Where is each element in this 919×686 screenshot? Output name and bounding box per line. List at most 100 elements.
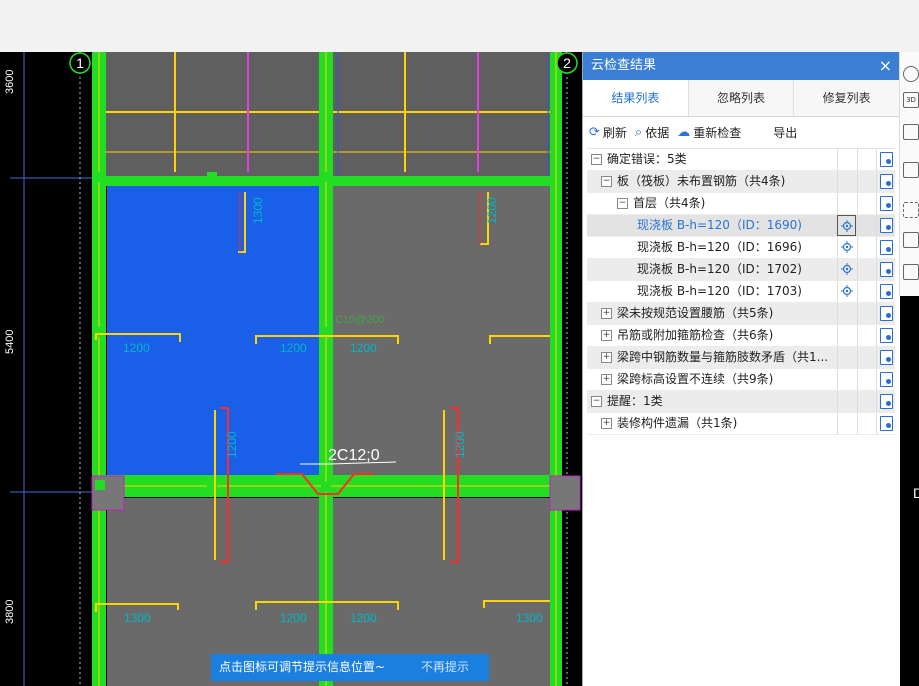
- blank-cell: [857, 391, 877, 412]
- select-icon[interactable]: [903, 202, 919, 218]
- tree-row[interactable]: + 梁未按规范设置腰筋（共5条): [587, 303, 895, 325]
- tab-ignored[interactable]: 忽略列表: [689, 80, 795, 116]
- tree-row[interactable]: − 确定错误：5类: [587, 149, 895, 171]
- tree-row[interactable]: 现浇板 B-h=120（ID：1702): [587, 259, 895, 281]
- tree-row[interactable]: − 提醒：1类: [587, 391, 895, 413]
- blank-cell: [857, 237, 877, 258]
- dim-label: 3600: [4, 70, 16, 94]
- detail-doc-icon[interactable]: [880, 196, 893, 211]
- tree-row[interactable]: 现浇板 B-h=120（ID：1690): [587, 215, 895, 237]
- list-icon[interactable]: [903, 264, 919, 280]
- detail-cell[interactable]: [876, 281, 896, 302]
- detail-cell[interactable]: [876, 259, 896, 280]
- locate-icon[interactable]: [841, 285, 853, 297]
- locate-cell[interactable]: [837, 347, 857, 368]
- hint-bar[interactable]: 点击图标可调节提示信息位置~ 不再提示: [211, 654, 489, 681]
- detail-cell[interactable]: [876, 413, 896, 434]
- locate-cell[interactable]: [837, 171, 857, 192]
- recheck-button[interactable]: ☁ 重新检查: [677, 124, 741, 141]
- locate-cell[interactable]: [837, 193, 857, 214]
- rebar-label: 1300: [516, 611, 543, 625]
- locate-cell[interactable]: [837, 303, 857, 324]
- locate-cell[interactable]: [837, 149, 857, 170]
- detail-cell[interactable]: [876, 391, 896, 412]
- detail-cell[interactable]: [876, 171, 896, 192]
- tree-item-label: 首层（共4条): [633, 196, 706, 210]
- rebar-label: 1200: [350, 611, 377, 625]
- box-icon[interactable]: [903, 162, 919, 178]
- slab-selected[interactable]: [107, 185, 319, 475]
- detail-cell[interactable]: [876, 149, 896, 170]
- cube-icon[interactable]: [903, 232, 919, 248]
- tree-row[interactable]: − 首层（共4条): [587, 193, 895, 215]
- locate-cell[interactable]: [837, 325, 857, 346]
- detail-cell[interactable]: [876, 193, 896, 214]
- tab-results[interactable]: 结果列表: [583, 80, 689, 116]
- detail-doc-icon[interactable]: [880, 174, 893, 189]
- collapse-icon[interactable]: −: [617, 198, 628, 209]
- tree-item-label: 现浇板 B-h=120（ID：1703): [637, 284, 802, 298]
- blank-cell: [857, 369, 877, 390]
- tree-row[interactable]: + 吊筋或附加箍筋检查（共6条): [587, 325, 895, 347]
- tree-row[interactable]: − 板（筏板）未布置钢筋（共4条): [587, 171, 895, 193]
- rebar-label: 1200: [123, 341, 150, 355]
- box-icon[interactable]: [903, 124, 919, 140]
- detail-cell[interactable]: [876, 303, 896, 324]
- detail-cell[interactable]: [876, 347, 896, 368]
- basis-button[interactable]: ⌕ 依据: [635, 124, 669, 141]
- tree-item-label: 梁跨标高设置不连续（共9条): [617, 372, 774, 386]
- tree-item-label: 现浇板 B-h=120（ID：1690): [637, 218, 802, 232]
- detail-doc-icon[interactable]: [880, 218, 893, 233]
- detail-doc-icon[interactable]: [880, 416, 893, 431]
- magnify-doc-icon: ⌕: [634, 124, 643, 140]
- axis-label: 1: [76, 55, 84, 71]
- locate-icon[interactable]: [841, 263, 853, 275]
- detail-cell[interactable]: [876, 215, 896, 236]
- sphere-icon[interactable]: [903, 66, 919, 82]
- 3d-view-icon[interactable]: 3D: [903, 92, 919, 108]
- detail-doc-icon[interactable]: [880, 328, 893, 343]
- locate-cell[interactable]: [837, 259, 857, 280]
- detail-doc-icon[interactable]: [880, 262, 893, 277]
- expand-icon[interactable]: +: [601, 418, 612, 429]
- tree-row[interactable]: 现浇板 B-h=120（ID：1703): [587, 281, 895, 303]
- detail-doc-icon[interactable]: [880, 350, 893, 365]
- detail-doc-icon[interactable]: [880, 306, 893, 321]
- detail-doc-icon[interactable]: [880, 240, 893, 255]
- rebar-label: 1200: [453, 431, 467, 458]
- tree-row[interactable]: + 梁跨标高设置不连续（共9条): [587, 369, 895, 391]
- rebar-label: 1200: [280, 611, 307, 625]
- dont-show-again-link[interactable]: 不再提示: [421, 654, 469, 681]
- collapse-icon[interactable]: −: [591, 154, 602, 165]
- export-button[interactable]: 导出: [773, 124, 797, 141]
- collapse-icon[interactable]: −: [601, 176, 612, 187]
- locate-icon[interactable]: [841, 220, 853, 232]
- tree-row[interactable]: + 装修构件遗漏（共1条): [587, 413, 895, 435]
- locate-cell[interactable]: [837, 215, 856, 236]
- locate-icon[interactable]: [841, 241, 853, 253]
- expand-icon[interactable]: +: [601, 308, 612, 319]
- tree-row[interactable]: 现浇板 B-h=120（ID：1696): [587, 237, 895, 259]
- detail-doc-icon[interactable]: [880, 284, 893, 299]
- locate-cell[interactable]: [837, 281, 857, 302]
- tab-repair[interactable]: 修复列表: [794, 80, 901, 116]
- detail-cell[interactable]: [876, 369, 896, 390]
- locate-cell[interactable]: [837, 391, 857, 412]
- slab[interactable]: [333, 185, 550, 475]
- refresh-label: 刷新: [602, 125, 627, 140]
- locate-cell[interactable]: [837, 369, 857, 390]
- locate-cell[interactable]: [837, 413, 857, 434]
- expand-icon[interactable]: +: [601, 374, 612, 385]
- tree-row[interactable]: + 梁跨中钢筋数量与箍筋肢数矛盾（共1...: [587, 347, 895, 369]
- detail-cell[interactable]: [876, 237, 896, 258]
- detail-doc-icon[interactable]: [880, 152, 893, 167]
- close-button[interactable]: ×: [879, 52, 892, 80]
- detail-doc-icon[interactable]: [880, 394, 893, 409]
- refresh-button[interactable]: ⟳ 刷新: [589, 124, 627, 141]
- expand-icon[interactable]: +: [601, 352, 612, 363]
- locate-cell[interactable]: [837, 237, 857, 258]
- expand-icon[interactable]: +: [601, 330, 612, 341]
- detail-cell[interactable]: [876, 325, 896, 346]
- collapse-icon[interactable]: −: [591, 396, 602, 407]
- detail-doc-icon[interactable]: [880, 372, 893, 387]
